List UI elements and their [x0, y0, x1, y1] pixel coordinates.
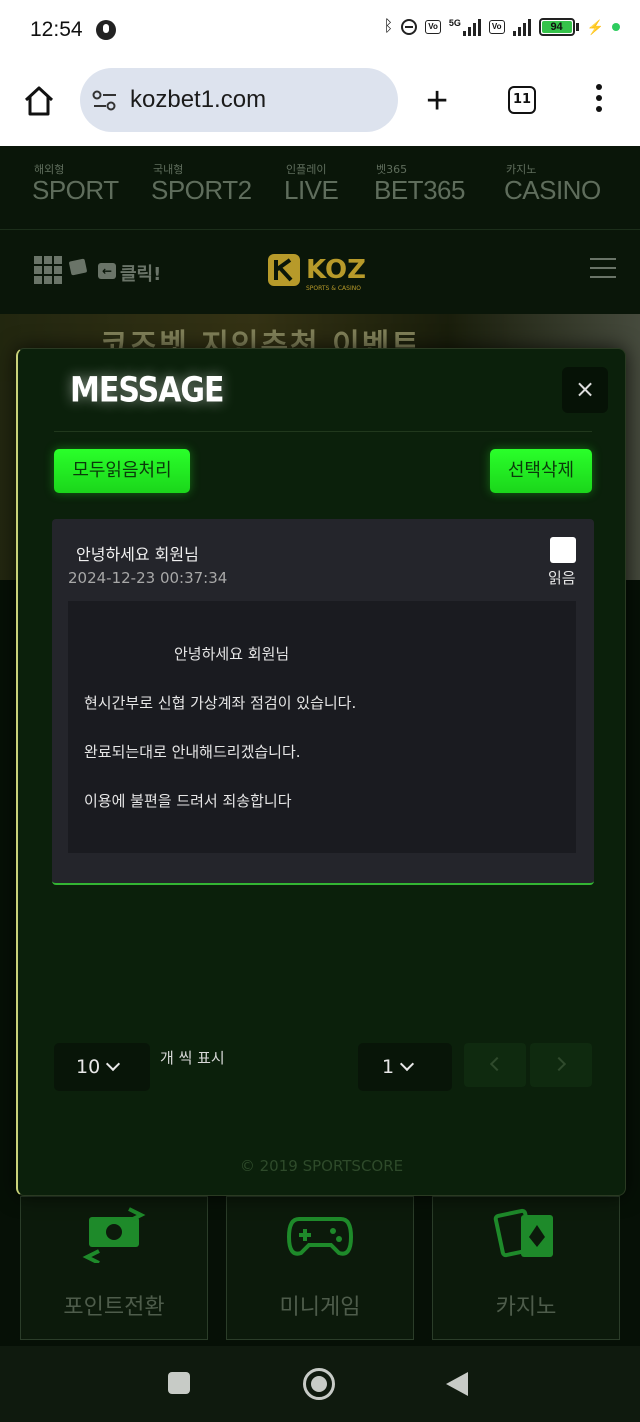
page-size-label: 개 씩 표시 [160, 1049, 225, 1067]
chevron-right-icon [551, 1056, 567, 1072]
tab-switcher-button[interactable]: 11 [508, 86, 536, 114]
modal-title: MESSAGE [70, 370, 225, 411]
arrow-left-icon: ← [98, 263, 116, 279]
nav-item-label: SPORT2 [151, 175, 252, 205]
recents-button[interactable] [168, 1372, 190, 1394]
message-modal: MESSAGE × 모두읽음처리 선택삭제 안녕하세요 회원님 2024-12-… [16, 348, 626, 1196]
browser-toolbar: kozbet1.com + 11 [0, 64, 640, 146]
cards-icon [68, 258, 88, 276]
status-icons: ᛒ Vo 5G Vo 94 ⚡ [384, 18, 620, 36]
click-label[interactable]: 클릭! [120, 260, 161, 286]
nav-item-label: LIVE [284, 175, 339, 205]
logo-subtext: SPORTS & CASINO [306, 285, 361, 292]
message-line: 현시간부로 신협 가상계좌 점검이 있습니다. [84, 694, 357, 712]
charging-icon: ⚡ [586, 18, 604, 35]
chevron-left-icon [489, 1056, 505, 1072]
mark-all-read-button[interactable]: 모두읽음처리 [54, 449, 190, 493]
tile-point-exchange[interactable]: 포인트전환 [20, 1196, 208, 1340]
volte-icon-2: Vo [488, 20, 505, 34]
page-size-select[interactable]: 10 [54, 1043, 150, 1091]
site-logo[interactable]: KOZ SPORTS & CASINO [266, 250, 376, 294]
next-page-button[interactable] [530, 1043, 592, 1087]
page-select[interactable]: 1 [358, 1043, 452, 1091]
nav-item-live[interactable]: 인플레이 LIVE [284, 164, 339, 205]
message-line: 완료되는대로 안내해드리겠습니다. [84, 743, 301, 761]
volte-icon: Vo [425, 20, 441, 34]
status-bar: 12:54 ᛒ Vo 5G Vo 94 ⚡ [0, 0, 640, 64]
money-exchange-icon [82, 1207, 146, 1263]
copyright-text: © 2019 SPORTSCORE [239, 1157, 404, 1175]
read-status: 읽음 [548, 569, 576, 587]
gamepad-icon [286, 1217, 354, 1256]
message-line: 이용에 불편을 드려서 죄송합니다 [84, 792, 292, 810]
message-item[interactable]: 안녕하세요 회원님 2024-12-23 00:37:34 읽음 안녕하세요 회… [52, 519, 594, 885]
site-settings-icon[interactable] [92, 90, 118, 112]
status-time: 12:54 [30, 18, 83, 41]
url-text: kozbet1.com [130, 86, 267, 113]
prev-page-button[interactable] [464, 1043, 526, 1087]
site-category-nav: 해외형 SPORT 국내형 SPORT2 인플레이 LIVE 벳365 BET3… [0, 146, 640, 230]
message-body: 안녕하세요 회원님 현시간부로 신협 가상계좌 점검이 있습니다. 완료되는대로… [68, 601, 576, 853]
battery-icon: 94 [538, 18, 579, 36]
nav-item-label: BET365 [374, 175, 465, 205]
back-button[interactable] [446, 1372, 468, 1396]
cards-icon [493, 1208, 553, 1258]
signal-icon [462, 18, 481, 36]
new-tab-icon[interactable]: + [426, 82, 448, 120]
tile-label: 포인트전환 [63, 1295, 165, 1320]
message-subject[interactable]: 안녕하세요 회원님 [76, 541, 199, 565]
mic-icon [96, 20, 116, 40]
delete-selected-button[interactable]: 선택삭제 [490, 449, 592, 493]
home-button[interactable] [303, 1368, 335, 1400]
nav-item-bet365[interactable]: 벳365 BET365 [374, 164, 465, 205]
battery-level: 94 [541, 21, 572, 33]
site-header: ← 클릭! KOZ SPORTS & CASINO [0, 230, 640, 314]
message-date: 2024-12-23 00:37:34 [68, 569, 228, 587]
signal-icon-2 [512, 18, 531, 36]
nav-item-label: SPORT [32, 175, 119, 205]
system-nav-bar [0, 1346, 640, 1422]
tile-label: 카지노 [495, 1295, 557, 1320]
logo-text: KOZ [306, 255, 366, 285]
more-menu-icon[interactable] [596, 84, 604, 116]
privacy-dot-icon [612, 23, 620, 31]
close-button[interactable]: × [562, 367, 608, 413]
dnd-icon [401, 19, 418, 35]
network-type: 5G [448, 18, 461, 28]
bluetooth-icon: ᛒ [383, 18, 394, 35]
home-icon[interactable] [22, 84, 56, 118]
tile-minigame[interactable]: 미니게임 [226, 1196, 414, 1340]
tile-label: 미니게임 [279, 1295, 361, 1320]
message-line: 안녕하세요 회원님 [174, 645, 290, 663]
page-size-value: 10 [76, 1056, 101, 1078]
nav-item-casino[interactable]: 카지노 CASINO [504, 164, 601, 205]
nav-item-sport2[interactable]: 국내형 SPORT2 [151, 164, 252, 205]
nav-item-label: CASINO [504, 175, 601, 205]
current-page-value: 1 [382, 1056, 395, 1078]
divider [54, 431, 592, 432]
address-bar[interactable]: kozbet1.com [80, 68, 398, 132]
hamburger-menu-icon[interactable] [590, 258, 616, 280]
chevron-down-icon [105, 1056, 121, 1072]
menu-grid-icon[interactable] [34, 256, 62, 284]
select-checkbox[interactable] [550, 537, 576, 563]
chevron-down-icon [399, 1056, 415, 1072]
tile-casino[interactable]: 카지노 [432, 1196, 620, 1340]
nav-item-sport[interactable]: 해외형 SPORT [32, 164, 119, 205]
